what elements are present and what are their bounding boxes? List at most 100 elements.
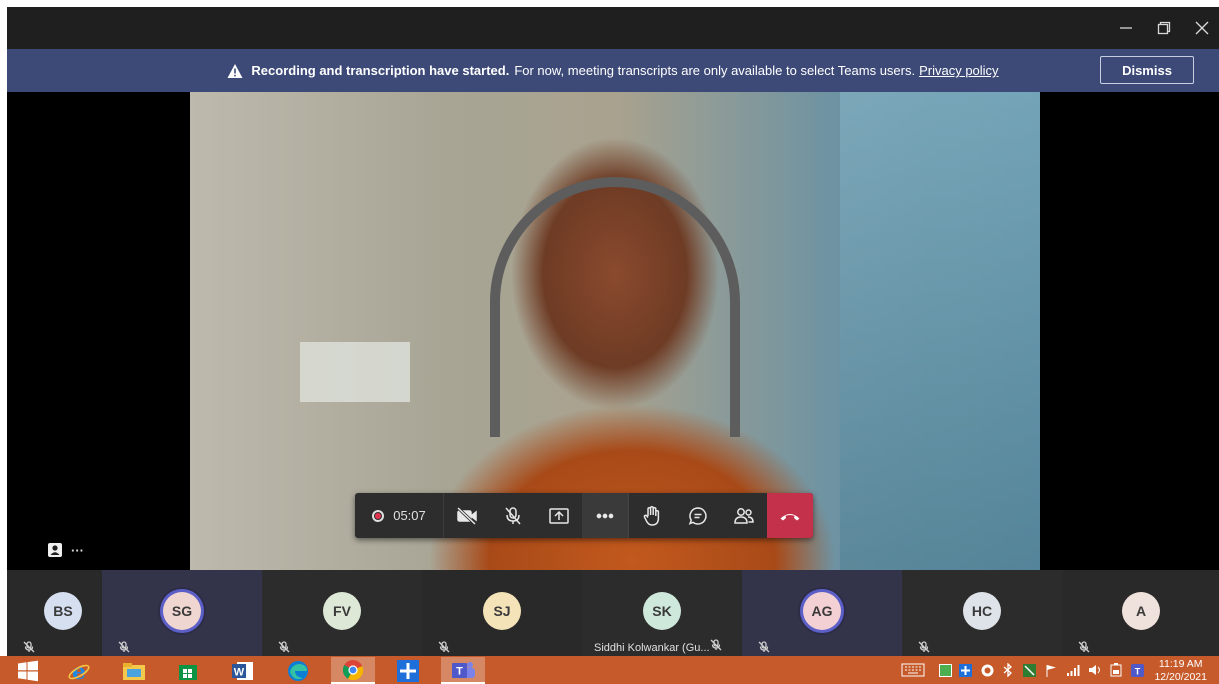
video-stage: ··· 05:07: [7, 92, 1219, 570]
store-icon: [179, 664, 197, 680]
volume-icon[interactable]: [1088, 662, 1102, 678]
participants-button[interactable]: [721, 493, 767, 538]
background-wall: [840, 92, 1040, 570]
mic-muted-icon: [710, 638, 722, 651]
banner-title: Recording and transcription have started…: [251, 63, 510, 78]
internet-explorer-button[interactable]: e: [57, 657, 101, 684]
dismiss-button[interactable]: Dismiss: [1100, 56, 1194, 84]
clock-time: 11:19 AM: [1158, 658, 1203, 670]
participant-avatar: SJ: [483, 592, 521, 630]
privacy-policy-link[interactable]: Privacy policy: [919, 63, 998, 78]
mic-muted-icon: [118, 640, 130, 653]
minimize-icon[interactable]: [1112, 15, 1140, 41]
warning-icon: [227, 63, 243, 78]
camera-toggle-button[interactable]: [444, 493, 490, 538]
participant-avatar: HC: [963, 592, 1001, 630]
participant-avatar: BS: [44, 592, 82, 630]
clock-date: 12/20/2021: [1154, 671, 1207, 683]
person-pin-icon[interactable]: [47, 542, 63, 558]
banner-message: For now, meeting transcripts are only av…: [514, 63, 916, 78]
participant-avatar: AG: [803, 592, 841, 630]
share-content-button[interactable]: [536, 493, 582, 538]
teams-window: Recording and transcription have started…: [7, 7, 1219, 656]
internet-explorer-icon: e: [68, 659, 90, 683]
mic-muted-icon: [23, 640, 35, 653]
participant-avatar: SK: [643, 592, 681, 630]
mic-muted-icon: [918, 640, 930, 653]
recording-banner: Recording and transcription have started…: [7, 49, 1219, 92]
flag-icon[interactable]: [1044, 662, 1058, 678]
mic-muted-icon: [278, 640, 290, 653]
share-icon: [549, 507, 569, 524]
participant-tile[interactable]: BS: [7, 570, 102, 656]
edge-icon: [288, 660, 308, 681]
plus-app-button[interactable]: [386, 657, 430, 684]
participant-tile[interactable]: AG: [742, 570, 902, 656]
windows-start-button[interactable]: [6, 657, 50, 684]
participant-strip: BS SG FV SJ SK Siddhi Kolwankar (Gu... AG HC A: [7, 570, 1219, 656]
chrome-button[interactable]: [331, 657, 375, 684]
mic-muted-icon: [438, 640, 450, 653]
participant-tile[interactable]: A: [1062, 570, 1219, 656]
teams-button[interactable]: T: [441, 657, 485, 684]
participants-icon: [734, 507, 754, 524]
svg-text:W: W: [234, 666, 245, 678]
system-clock[interactable]: 11:19 AM 12/20/2021: [1154, 658, 1207, 684]
raise-hand-button[interactable]: [629, 493, 675, 538]
call-controls: 05:07: [355, 493, 813, 538]
windows-start-icon: [18, 660, 38, 681]
participant-tile[interactable]: SJ: [422, 570, 582, 656]
participant-tile[interactable]: SK Siddhi Kolwankar (Gu...: [582, 570, 742, 656]
more-actions-button[interactable]: [582, 493, 629, 538]
participant-tile[interactable]: SG: [102, 570, 262, 656]
hang-up-icon: [780, 513, 800, 520]
security-tray-icon[interactable]: [1022, 662, 1036, 678]
participant-avatar: SG: [163, 592, 201, 630]
windows-taskbar: e W T T 11:19 AM 12/20/2021: [0, 656, 1219, 684]
hang-up-button[interactable]: [767, 493, 813, 538]
background-window: [300, 342, 410, 402]
svg-text:T: T: [456, 665, 463, 677]
more-icon: [596, 513, 614, 518]
self-more-icon[interactable]: ···: [71, 543, 84, 558]
teams-tray-icon[interactable]: T: [1130, 662, 1144, 678]
call-duration: 05:07: [393, 508, 426, 523]
file-explorer-icon: [123, 662, 145, 680]
chat-icon: [688, 506, 707, 525]
store-button[interactable]: [166, 657, 210, 684]
raise-hand-icon: [643, 505, 660, 526]
keyboard-icon[interactable]: [900, 662, 926, 678]
bluetooth-icon[interactable]: [1002, 662, 1014, 678]
word-button[interactable]: W: [221, 657, 265, 684]
battery-icon[interactable]: [1109, 662, 1123, 678]
chrome-icon: [342, 659, 364, 680]
restore-icon[interactable]: [1150, 15, 1178, 41]
close-icon[interactable]: [1188, 15, 1216, 41]
plus-tray-icon[interactable]: [958, 662, 972, 678]
network-icon[interactable]: [1066, 662, 1080, 678]
sync-tray-icon[interactable]: [980, 662, 994, 678]
headset: [490, 177, 740, 437]
mic-muted-icon: [758, 640, 770, 653]
teams-icon: T: [452, 661, 475, 678]
participant-tile[interactable]: FV: [262, 570, 422, 656]
word-icon: W: [232, 661, 253, 680]
photos-tray-icon[interactable]: [938, 662, 952, 678]
recording-icon: [372, 509, 385, 522]
participant-name: Siddhi Kolwankar (Gu...: [594, 642, 710, 654]
participant-tile[interactable]: HC: [902, 570, 1062, 656]
participant-avatar: FV: [323, 592, 361, 630]
mic-off-icon: [505, 506, 521, 524]
svg-text:T: T: [1134, 666, 1140, 676]
mic-muted-icon: [1078, 640, 1090, 653]
plus-app-icon: [397, 659, 419, 682]
edge-button[interactable]: [276, 657, 320, 684]
recording-timer: 05:07: [355, 493, 444, 538]
camera-off-icon: [456, 506, 477, 525]
title-bar: [7, 7, 1219, 49]
participant-avatar: A: [1122, 592, 1160, 630]
file-explorer-button[interactable]: [112, 657, 156, 684]
chat-button[interactable]: [675, 493, 721, 538]
self-view-controls: ···: [47, 542, 84, 558]
mic-toggle-button[interactable]: [490, 493, 536, 538]
